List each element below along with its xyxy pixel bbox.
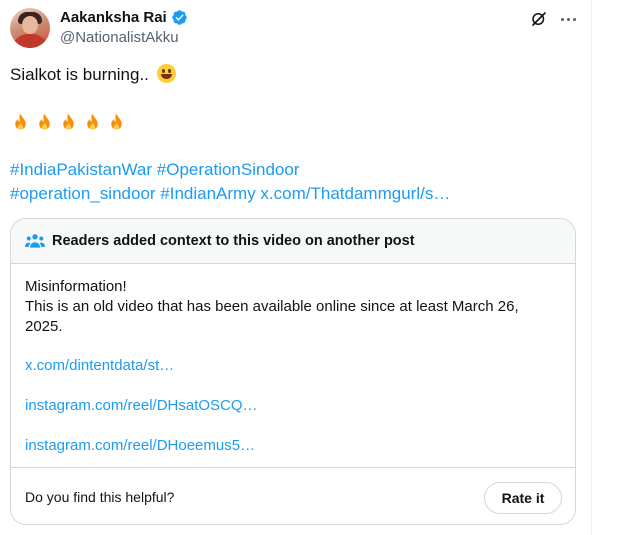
community-note-body: Misinformation! This is an old video tha… [25, 277, 555, 337]
community-note-title: Readers added context to this video on a… [52, 233, 415, 249]
grinning-sweat-emoji-icon [156, 64, 176, 83]
fire-emoji-icon [15, 113, 26, 130]
avatar-face [22, 16, 38, 34]
fire-emoji-row [10, 112, 127, 133]
tweet-text-content: Sialkot is burning.. [10, 65, 149, 84]
fire-emoji-icon [39, 113, 50, 130]
author-display-name[interactable]: Aakanksha Rai [60, 9, 167, 26]
note-body-line: Misinformation! [25, 278, 127, 295]
fire-emoji-icon [87, 113, 98, 130]
grok-icon[interactable] [530, 10, 548, 28]
note-body-line: This is an old video that has been avail… [25, 298, 519, 315]
note-body-line: 2025. [25, 318, 63, 335]
rate-it-button[interactable]: Rate it [484, 482, 562, 514]
author-avatar[interactable] [10, 8, 50, 48]
helpful-question: Do you find this helpful? [25, 489, 175, 505]
note-source-link[interactable]: instagram.com/reel/DHoeemus5… [25, 437, 255, 454]
tweet-hashtags: #IndiaPakistanWar #OperationSindoor #ope… [10, 158, 450, 206]
tweet-text: Sialkot is burning.. [10, 64, 176, 86]
tweet-card: Aakanksha Rai @NationalistAkku Sialkot i… [0, 0, 592, 535]
author-name-row: Aakanksha Rai [60, 9, 188, 26]
note-source-link[interactable]: x.com/dintentdata/st… [25, 357, 174, 374]
note-source-link[interactable]: instagram.com/reel/DHsatOSCQ… [25, 397, 258, 414]
more-options-icon[interactable] [557, 8, 579, 30]
verified-badge-icon [171, 10, 187, 25]
community-note-footer: Do you find this helpful? Rate it [11, 467, 575, 524]
avatar-shawl [12, 34, 48, 48]
community-note-header: Readers added context to this video on a… [11, 219, 575, 264]
fire-emoji-icon [63, 113, 74, 130]
community-note-card: Readers added context to this video on a… [10, 218, 576, 525]
author-handle[interactable]: @NationalistAkku [60, 29, 179, 46]
timeline-divider [591, 0, 592, 535]
people-icon [25, 234, 45, 248]
hashtag-line[interactable]: #IndiaPakistanWar #OperationSindoor [10, 158, 450, 182]
hashtag-line[interactable]: #operation_sindoor #IndianArmy x.com/Tha… [10, 182, 450, 206]
fire-emoji-icon [111, 113, 122, 130]
